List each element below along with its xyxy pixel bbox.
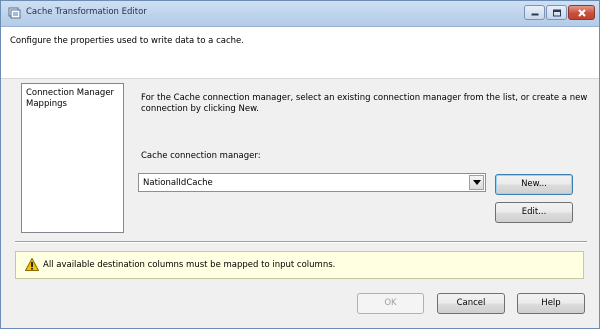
maximize-icon [552, 9, 561, 16]
close-button[interactable] [568, 5, 595, 20]
minimize-icon [531, 13, 538, 15]
warning-message-bar: All available destination columns must b… [15, 251, 584, 279]
cancel-button[interactable]: Cancel [437, 293, 505, 314]
dropdown-arrow-button[interactable] [469, 175, 484, 190]
instructions-text: For the Cache connection manager, select… [141, 93, 588, 114]
page-list[interactable]: Connection Manager Mappings [21, 83, 124, 233]
maximize-button[interactable] [546, 5, 567, 20]
new-button[interactable]: New... [495, 174, 573, 195]
cache-connection-manager-label: Cache connection manager: [141, 151, 261, 161]
list-item-connection-manager[interactable]: Connection Manager [26, 88, 114, 99]
minimize-button[interactable] [524, 5, 545, 20]
close-icon [577, 8, 586, 17]
list-item-mappings[interactable]: Mappings [26, 99, 67, 110]
cache-connection-manager-dropdown[interactable]: NationalIdCache [138, 173, 486, 192]
dialog-window: Cache Transformation Editor Configure th… [0, 0, 600, 329]
divider [15, 241, 587, 243]
ok-button[interactable]: OK [357, 293, 424, 314]
header-description: Configure the properties used to write d… [10, 36, 244, 46]
edit-button[interactable]: Edit... [495, 202, 573, 223]
warning-text: All available destination columns must b… [43, 260, 336, 270]
title-bar[interactable]: Cache Transformation Editor [1, 1, 599, 27]
window-title: Cache Transformation Editor [26, 7, 147, 17]
dropdown-selected-value: NationalIdCache [143, 178, 213, 188]
cache-transformation-icon [8, 6, 21, 19]
header-panel: Configure the properties used to write d… [1, 27, 599, 79]
help-button[interactable]: Help [517, 293, 585, 314]
warning-icon [24, 257, 40, 274]
chevron-down-icon [473, 180, 481, 185]
